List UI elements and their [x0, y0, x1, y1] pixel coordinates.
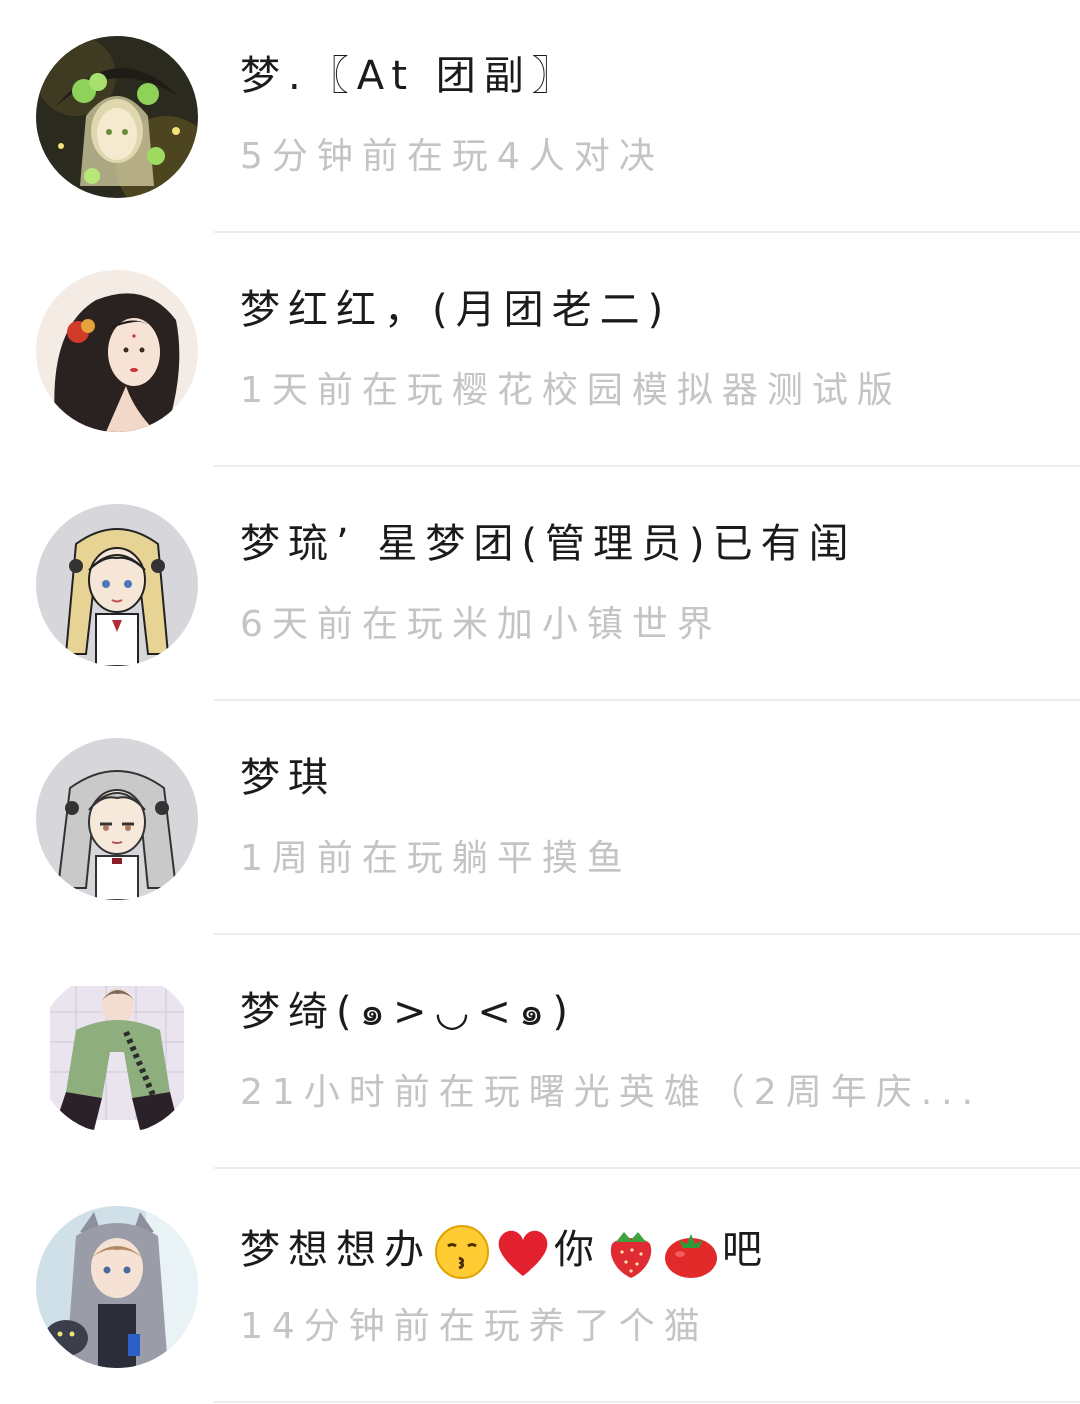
friend-name: 梦绮(๑>◡<๑) — [240, 989, 576, 1035]
friend-row[interactable]: 梦红红，(月团老二) 1天前在玩樱花校园模拟器测试版 — [0, 234, 1080, 468]
friend-status: 5分钟前在玩4人对决 — [240, 136, 664, 177]
friend-status: 1天前在玩樱花校园模拟器测试版 — [240, 370, 902, 411]
friend-name: 梦琪 — [240, 755, 336, 801]
friend-row[interactable]: 梦想想办 你 吧 14分钟前在玩养了个猫 — [0, 1170, 1080, 1404]
tomato-emoji-icon — [662, 1224, 720, 1280]
friend-row[interactable]: 梦绮(๑>◡<๑) 21小时前在玩曙光英雄（2周年庆... — [0, 936, 1080, 1170]
divider — [214, 699, 1080, 701]
name-part: 吧 — [722, 1227, 770, 1273]
divider — [214, 933, 1080, 935]
friend-row[interactable]: 梦琪 1周前在玩躺平摸鱼 — [0, 702, 1080, 936]
strawberry-emoji-icon — [604, 1224, 658, 1280]
friend-status: 21小时前在玩曙光英雄（2周年庆... — [240, 1072, 983, 1113]
friend-row[interactable]: 梦琉’ 星梦团(管理员)已有闺 6天前在玩米加小镇世界 — [0, 468, 1080, 702]
divider — [214, 231, 1080, 233]
green-hoodie-boy-avatar[interactable] — [36, 972, 198, 1134]
name-part: 你 — [554, 1227, 602, 1273]
red-heart-emoji-icon — [494, 1224, 552, 1280]
divider — [214, 1401, 1080, 1403]
friend-status: 6天前在玩米加小镇世界 — [240, 604, 722, 645]
friend-status: 14分钟前在玩养了个猫 — [240, 1306, 709, 1347]
name-part: 梦想想办 — [240, 1227, 432, 1273]
friend-row[interactable]: 梦.〖At 团副〗 5分钟前在玩4人对决 — [0, 0, 1080, 234]
silver-hair-girl-avatar[interactable] — [36, 738, 198, 900]
friend-name: 梦琉’ 星梦团(管理员)已有闺 — [240, 521, 857, 567]
divider — [214, 1167, 1080, 1169]
blonde-twin-tails-girl-avatar[interactable] — [36, 504, 198, 666]
friend-list: 梦.〖At 团副〗 5分钟前在玩4人对决 梦红红，(月团老二) 1天前在玩樱花校… — [0, 0, 1080, 1404]
anime-girl-red-flower-hairpin-avatar[interactable] — [36, 270, 198, 432]
cat-hoodie-boy-avatar[interactable] — [36, 1206, 198, 1368]
friend-name: 梦红红，(月团老二) — [240, 287, 672, 333]
anime-girl-green-flowers-avatar[interactable] — [36, 36, 198, 198]
friend-name: 梦想想办 你 吧 — [240, 1218, 770, 1282]
friend-name: 梦.〖At 团副〗 — [240, 53, 580, 99]
divider — [214, 465, 1080, 467]
kissing-face-emoji-icon — [434, 1224, 490, 1280]
friend-status: 1周前在玩躺平摸鱼 — [240, 838, 632, 879]
